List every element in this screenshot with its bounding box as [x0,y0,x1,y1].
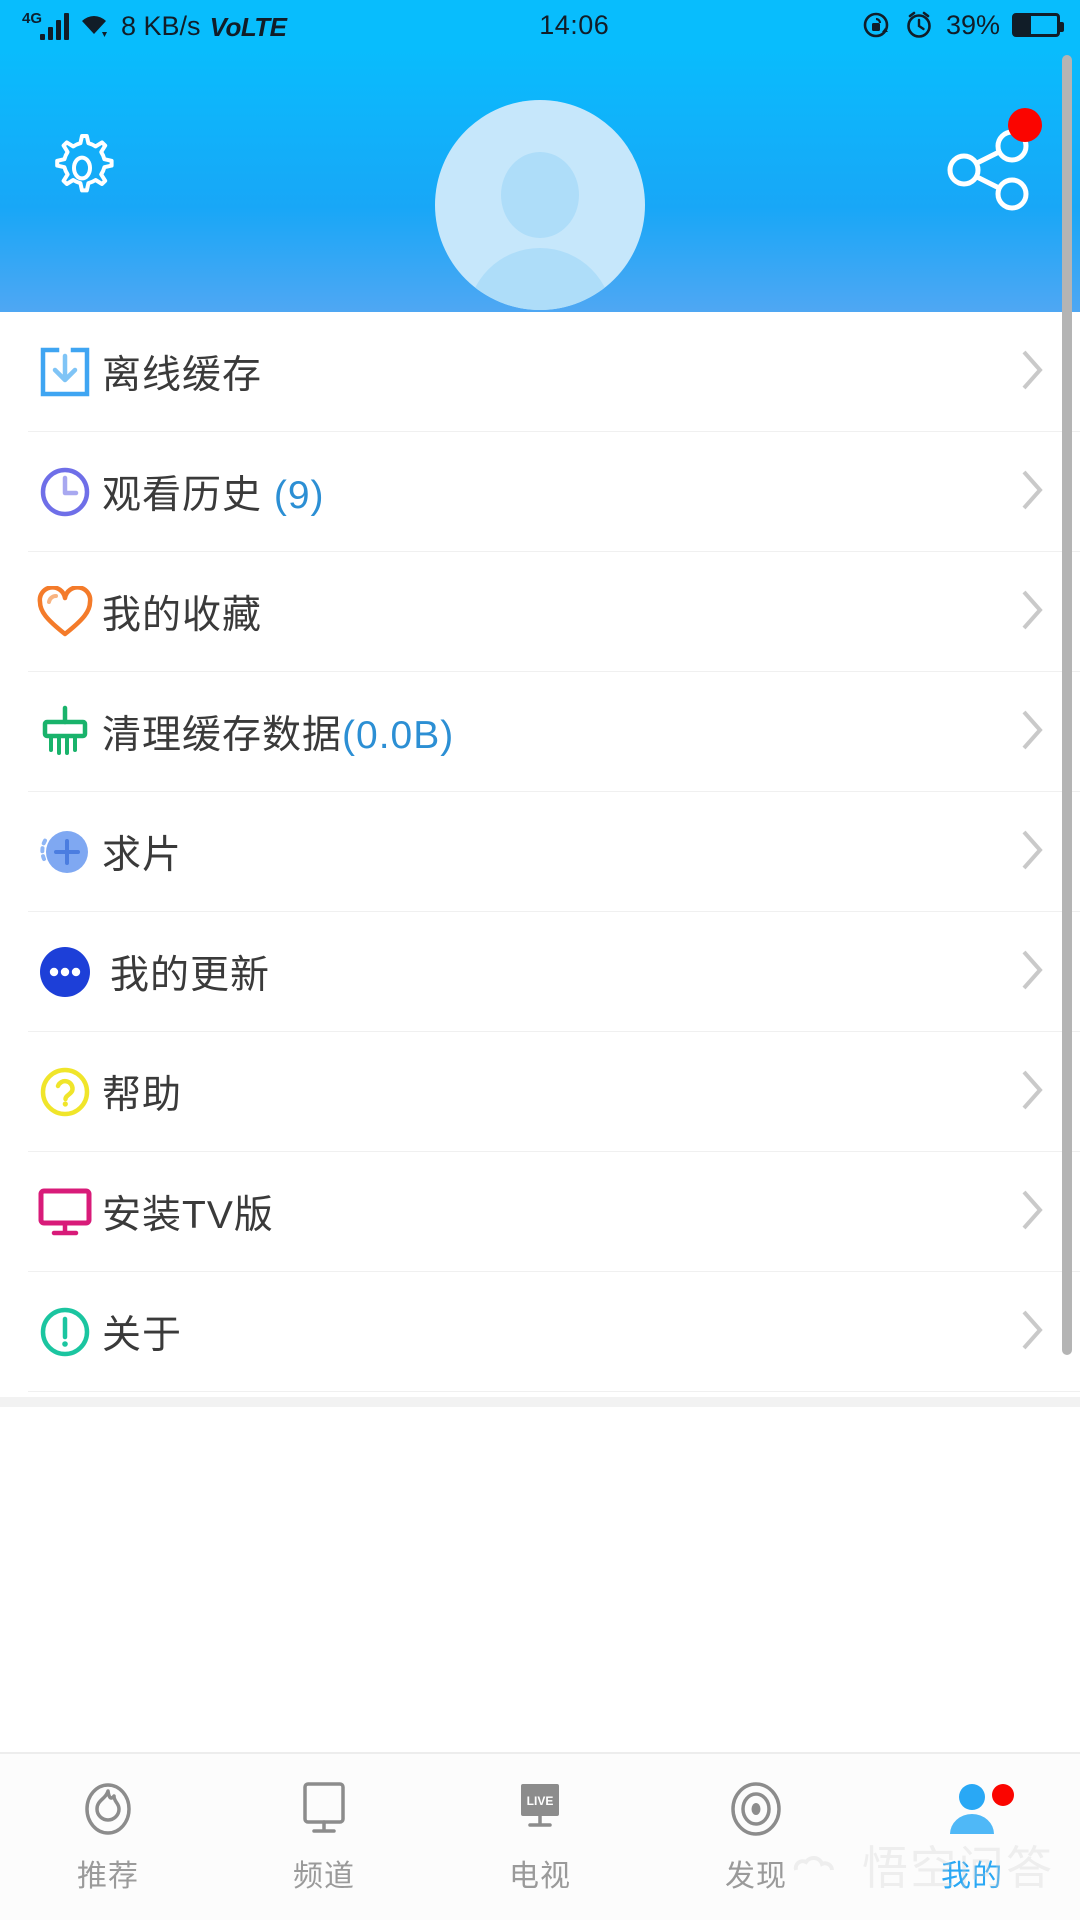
tab-label: 电视 [509,1860,571,1893]
flame-circle-icon [79,1779,137,1839]
broom-icon [28,704,102,760]
plus-circle-icon [28,823,102,881]
share-button[interactable] [944,108,1042,214]
menu-item-my-updates[interactable]: 我的更新 [0,912,1080,1032]
clock-icon [28,464,102,520]
status-bar-right: 39% [862,9,1064,41]
share-badge [1008,108,1042,142]
menu-item-install-tv[interactable]: 安装TV版 [0,1152,1080,1272]
eye-target-icon [727,1779,785,1839]
tab-label: 发现 [725,1860,787,1893]
wifi-icon [82,16,108,37]
status-bar-clock: 14:06 [539,9,610,40]
chevron-right-icon [1020,1188,1046,1237]
list-bottom-divider [0,1397,1080,1407]
profile-header [0,50,1080,312]
menu-item-label: 清理缓存数据(0.0B) [102,714,455,757]
monitor-icon [298,1779,350,1839]
signal-bars-icon: 4G [20,10,70,40]
tab-channels[interactable]: 频道 [216,1754,432,1920]
battery-percent-label: 39% [945,9,1000,40]
network-type-label: 4G [22,10,43,27]
chevron-right-icon [1020,348,1046,397]
tab-label: 我的 [941,1860,1003,1893]
tab-discover[interactable]: 发现 [648,1754,864,1920]
tab-mine[interactable]: 我的 [864,1754,1080,1920]
menu-item-offline-cache[interactable]: 离线缓存 [0,312,1080,432]
menu-item-label: 我的更新 [110,954,271,997]
menu-item-label: 求片 [102,834,183,877]
monitor-icon [28,1186,102,1238]
menu-item-label: 离线缓存 [102,354,263,397]
live-tv-icon: LIVE [513,1779,567,1839]
menu-item-request-video[interactable]: 求片 [0,792,1080,912]
chevron-right-icon [1020,1068,1046,1117]
menu-item-label: 安装TV版 [102,1194,274,1237]
more-dots-circle-icon [28,943,102,1001]
chevron-right-icon [1020,948,1046,997]
menu-item-about[interactable]: 关于 [0,1272,1080,1392]
status-bar-left: 4G 8 KB/s VoLTE [20,10,287,40]
svg-text:LIVE: LIVE [527,1794,554,1808]
rotation-lock-icon [863,12,889,38]
question-circle-icon [28,1064,102,1120]
tab-recommend[interactable]: 推荐 [0,1754,216,1920]
alarm-clock-icon [907,11,931,38]
app-screen: 4G 8 KB/s VoLTE 14:06 39% 离线缓存 观看历史 (9) … [0,0,1080,1920]
gear-icon[interactable] [42,128,122,208]
chevron-right-icon [1020,708,1046,757]
menu-item-help[interactable]: 帮助 [0,1032,1080,1152]
menu-list: 离线缓存 观看历史 (9) 我的收藏 清理缓存数据(0.0B) 求片 我的更新 … [0,312,1080,1752]
status-bar-center: 14:06 [287,10,862,41]
chevron-right-icon [1020,468,1046,517]
avatar-body [467,248,613,310]
exclamation-circle-icon [28,1304,102,1360]
menu-item-label: 我的收藏 [102,594,263,637]
volte-label: VoLTE [209,12,287,42]
chevron-right-icon [1020,588,1046,637]
avatar[interactable] [435,100,645,310]
battery-icon [1012,13,1064,37]
menu-item-label: 观看历史 (9) [102,474,325,517]
cache-size-label: (0.0B) [342,714,455,757]
menu-item-label: 帮助 [102,1074,183,1117]
heart-icon [28,586,102,638]
chevron-right-icon [1020,1308,1046,1357]
tab-label: 频道 [293,1860,355,1893]
tab-tv[interactable]: LIVE 电视 [432,1754,648,1920]
avatar-head [501,152,579,238]
tab-label: 推荐 [77,1860,139,1893]
status-bar: 4G 8 KB/s VoLTE 14:06 39% [0,0,1080,50]
data-rate-label: 8 KB/s [121,11,201,41]
menu-item-watch-history[interactable]: 观看历史 (9) [0,432,1080,552]
menu-item-my-favorites[interactable]: 我的收藏 [0,552,1080,672]
tab-badge [992,1784,1014,1806]
menu-item-label: 关于 [102,1314,183,1357]
chevron-right-icon [1020,828,1046,877]
person-icon [946,1779,998,1839]
bottom-tab-bar: 推荐 频道 LIVE 电视 发现 我的 [0,1752,1080,1920]
menu-item-count: (9) [262,474,325,517]
download-box-icon [28,344,102,400]
menu-item-clear-cache[interactable]: 清理缓存数据(0.0B) [0,672,1080,792]
vertical-scrollbar[interactable] [1062,55,1072,1355]
